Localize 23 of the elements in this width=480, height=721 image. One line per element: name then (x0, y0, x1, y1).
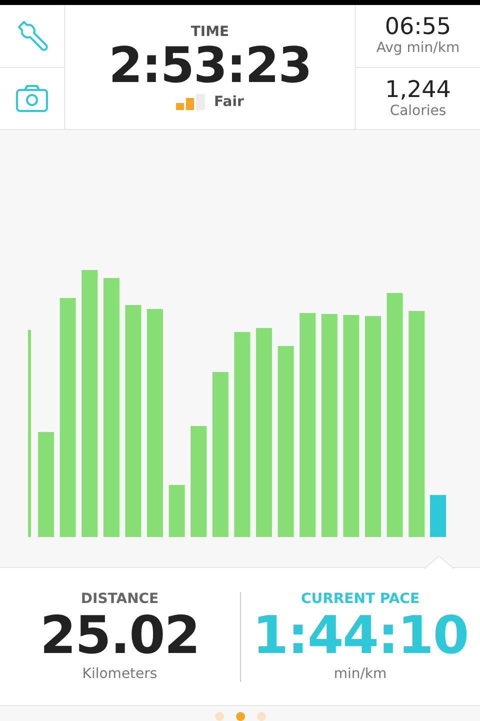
stat-unit: Kilometers (82, 666, 158, 682)
avg-pace-value: 06:55 (384, 15, 452, 40)
current-chart-bar (430, 495, 446, 537)
signal-icon (176, 94, 206, 110)
avg-pace-label: Avg min/km (376, 40, 460, 56)
settings-button[interactable] (15, 18, 49, 53)
camera-icon (16, 84, 48, 112)
stat-unit: min/km (334, 666, 387, 682)
gps-status: Fair (214, 94, 244, 110)
stat-label: DISTANCE (80, 590, 159, 607)
stat-value: 1:44:10 (252, 606, 468, 666)
calories-value: 1,244 (385, 78, 451, 103)
time-value: 2:53:23 (108, 40, 312, 92)
wrench-icon (15, 18, 49, 53)
page-dot[interactable] (256, 712, 266, 721)
page-dot[interactable] (214, 712, 224, 721)
camera-button[interactable] (16, 84, 48, 112)
stat-value: 25.02 (40, 606, 200, 666)
page-dot[interactable] (236, 712, 244, 721)
chart-bar (168, 485, 185, 537)
calories-label: Calories (390, 102, 446, 119)
stat-label: CURRENT PACE (300, 590, 420, 607)
time-label: TIME (190, 24, 230, 40)
